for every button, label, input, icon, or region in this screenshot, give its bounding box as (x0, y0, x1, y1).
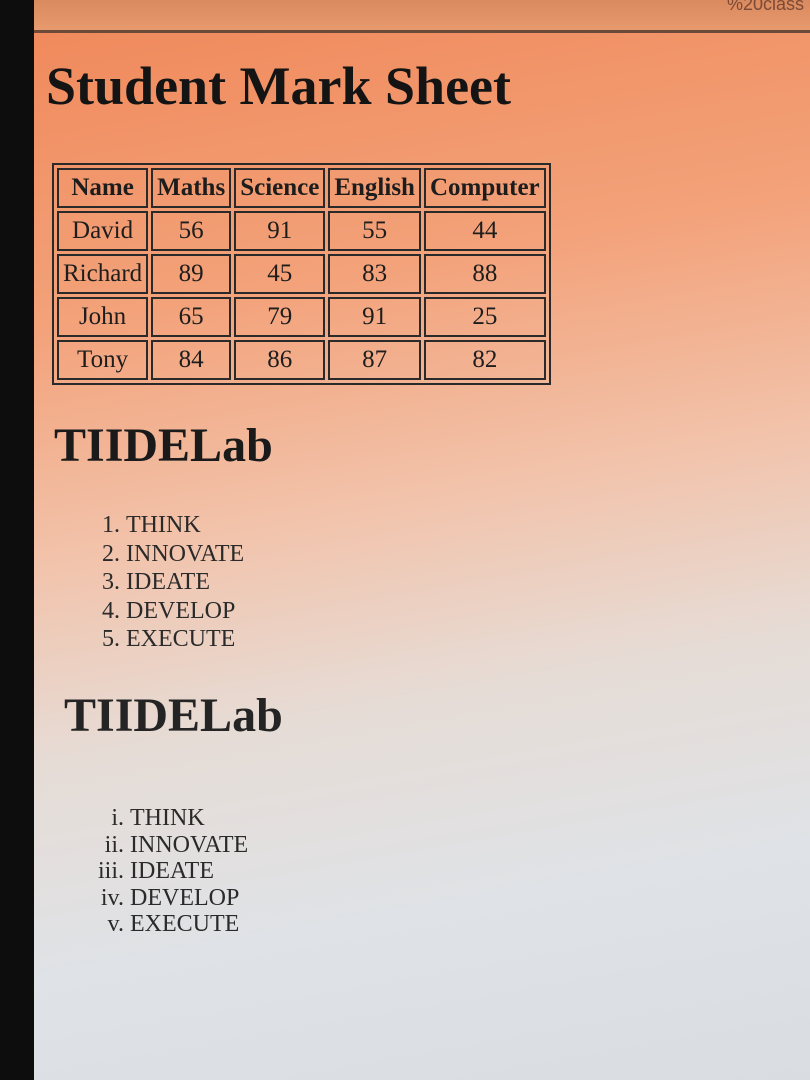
english-mark: 55 (328, 211, 421, 251)
list-item: THINK (126, 511, 244, 540)
science-mark: 45 (234, 254, 326, 294)
student-name: John (57, 297, 149, 337)
maths-mark: 89 (151, 254, 232, 294)
computer-mark: 25 (423, 297, 546, 337)
table-row: Tony 84 86 87 82 (57, 340, 546, 380)
header-maths: Maths (151, 168, 232, 208)
student-name: Tony (57, 340, 149, 380)
maths-mark: 65 (151, 297, 232, 337)
computer-mark: 44 (423, 211, 546, 251)
list-item: DEVELOP (130, 885, 248, 912)
table-row: John 65 79 91 25 (57, 297, 546, 337)
mark-sheet-table: Name Maths Science English Computer Davi… (52, 163, 551, 385)
english-mark: 83 (328, 254, 421, 294)
computer-mark: 88 (423, 254, 546, 294)
science-mark: 86 (234, 340, 326, 380)
roman-numeral-list: THINK INNOVATE IDEATE DEVELOP EXECUTE (38, 805, 248, 938)
browser-address-bar[interactable]: %20class (34, 0, 810, 33)
table-header-row: Name Maths Science English Computer (57, 168, 546, 208)
page-title: Student Mark Sheet (46, 56, 512, 116)
list-item: INNOVATE (126, 540, 244, 569)
web-page: Student Mark Sheet Name Maths Science En… (34, 33, 810, 1080)
header-computer: Computer (423, 168, 546, 208)
url-text: %20class (726, 0, 804, 14)
science-mark: 79 (234, 297, 326, 337)
student-name: Richard (57, 254, 149, 294)
maths-mark: 84 (151, 340, 232, 380)
maths-mark: 56 (151, 211, 232, 251)
list-item: IDEATE (126, 568, 244, 597)
list-item: EXECUTE (130, 911, 248, 938)
list-item: THINK (130, 805, 248, 832)
list-item: DEVELOP (126, 597, 244, 626)
table-row: David 56 91 55 44 (57, 211, 546, 251)
english-mark: 87 (328, 340, 421, 380)
section-heading: TIIDELab (64, 689, 283, 742)
computer-mark: 82 (423, 340, 546, 380)
student-name: David (57, 211, 149, 251)
header-science: Science (234, 168, 326, 208)
list-item: INNOVATE (130, 832, 248, 859)
section-heading: TIIDELab (54, 419, 273, 472)
list-item: IDEATE (130, 858, 248, 885)
table-row: Richard 89 45 83 88 (57, 254, 546, 294)
list-item: EXECUTE (126, 625, 244, 654)
english-mark: 91 (328, 297, 421, 337)
science-mark: 91 (234, 211, 326, 251)
monitor-bezel (0, 0, 34, 1080)
header-name: Name (57, 168, 149, 208)
header-english: English (328, 168, 421, 208)
numbered-list: THINK INNOVATE IDEATE DEVELOP EXECUTE (34, 511, 244, 654)
